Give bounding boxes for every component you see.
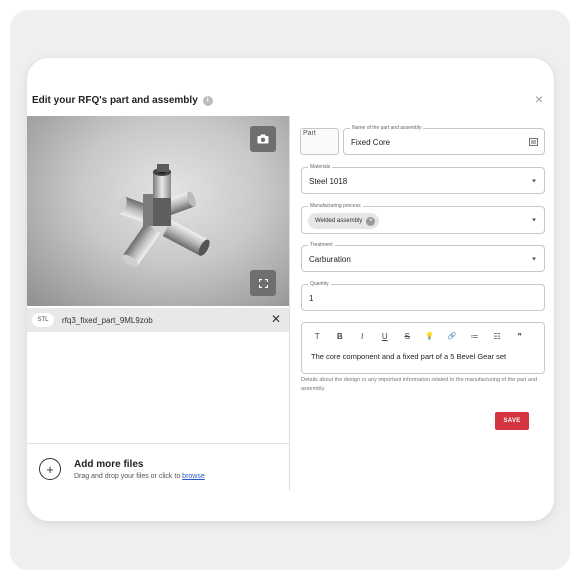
description-text: The core component and a fixed part of a… (311, 352, 507, 361)
chevron-down-icon (532, 257, 536, 260)
numbered-list-icon[interactable]: ☷ (486, 330, 509, 342)
divider (27, 443, 289, 444)
remove-file-icon[interactable]: ✕ (271, 312, 281, 326)
quantity-value: 1 (309, 294, 314, 303)
remove-chip-icon[interactable]: × (366, 216, 376, 226)
close-icon[interactable]: × (535, 92, 543, 106)
info-icon[interactable]: i (202, 95, 213, 106)
process-chip: Welded assembly × (308, 213, 380, 229)
treatment-value: Carburation (309, 255, 351, 264)
description-editor[interactable]: T B I U S 💡 🔗 ≔ ☷ ❞ The core component a… (301, 322, 545, 374)
underline-icon[interactable]: U (374, 330, 397, 342)
chevron-down-icon (532, 218, 536, 222)
manufacturing-process-select[interactable]: Manufacturing process Welded assembly × (301, 202, 545, 234)
fullscreen-icon (258, 278, 268, 288)
edit-part-dialog: Edit your RFQ's part and assembly i × ST… (27, 58, 554, 521)
part-name-value: Fixed Core (351, 138, 391, 147)
description-helper-text: Details about the design or any importan… (301, 377, 538, 392)
strikethrough-icon[interactable]: S (396, 330, 419, 342)
materials-value: Steel 1018 (309, 177, 348, 186)
bold-icon[interactable]: B (329, 330, 352, 342)
dialog-title: Edit your RFQ's part and assembly i (32, 95, 213, 106)
part-thumbnail[interactable]: Part (300, 128, 339, 155)
chevron-down-icon (532, 179, 536, 182)
clear-format-icon[interactable]: T (306, 330, 329, 342)
file-type-badge: STL (32, 313, 54, 327)
fullscreen-button[interactable] (250, 270, 276, 296)
quote-icon[interactable]: ❞ (509, 330, 532, 342)
browse-link[interactable]: browse (182, 473, 205, 480)
add-files-subtitle: Drag and drop your files or click to bro… (74, 473, 205, 480)
camera-icon (257, 134, 269, 144)
link-icon[interactable]: 🔗 (441, 330, 464, 342)
bullet-list-icon[interactable]: ≔ (464, 330, 487, 342)
column-divider (289, 116, 290, 491)
editor-toolbar: T B I U S 💡 🔗 ≔ ☷ ❞ (306, 330, 531, 342)
list-icon (529, 138, 538, 146)
treatment-select[interactable]: Treatment Carburation (301, 241, 545, 272)
add-files-button[interactable]: + (39, 458, 61, 480)
part-name-field[interactable]: Name of the part and assembly Fixed Core (343, 124, 545, 155)
plus-icon: + (46, 461, 54, 477)
highlight-icon[interactable]: 💡 (419, 330, 442, 342)
file-list-item[interactable]: STL rfq3_fixed_part_9ML9zob ✕ (27, 308, 289, 332)
add-files-title: Add more files (74, 459, 144, 470)
materials-select[interactable]: Materials Steel 1018 (301, 163, 545, 194)
snapshot-button[interactable] (250, 126, 276, 152)
file-name: rfq3_fixed_part_9ML9zob (62, 315, 153, 325)
quantity-input[interactable]: Quantity 1 (301, 280, 545, 311)
save-button[interactable]: SAVE (495, 412, 529, 430)
model-viewer[interactable] (27, 116, 289, 306)
italic-icon[interactable]: I (351, 330, 374, 342)
